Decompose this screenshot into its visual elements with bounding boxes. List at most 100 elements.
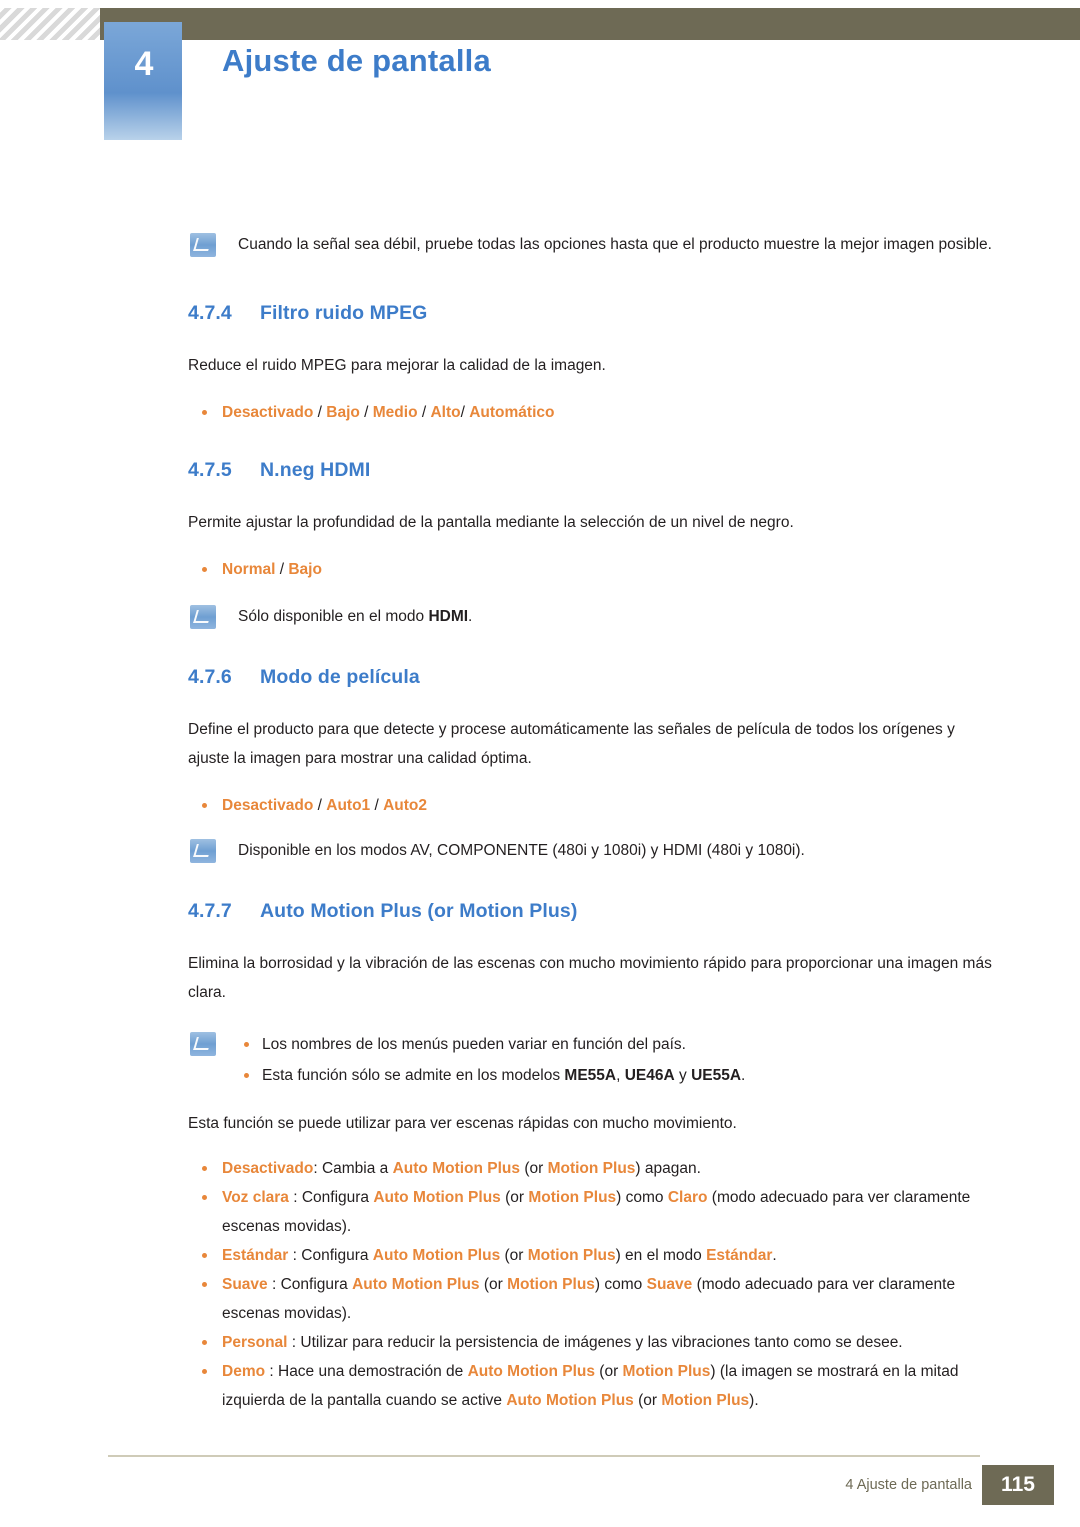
separator: , bbox=[616, 1067, 625, 1084]
model-name: ME55A bbox=[564, 1067, 617, 1084]
page-content: Cuando la señal sea débil, pruebe todas … bbox=[0, 150, 1080, 1415]
section-heading-4-7-7: 4.7.7 Auto Motion Plus (or Motion Plus) bbox=[188, 900, 1080, 923]
option-name: Voz clara bbox=[222, 1189, 289, 1206]
list-item: Voz clara : Configura Auto Motion Plus (… bbox=[188, 1183, 1000, 1241]
option-keyword: Motion Plus bbox=[527, 1247, 616, 1264]
list-item: Demo : Hace una demostración de Auto Mot… bbox=[188, 1357, 1000, 1415]
option-text: (or bbox=[633, 1392, 662, 1409]
option-value: Automático bbox=[469, 404, 555, 421]
options-list-4-7-4: Desactivado / Bajo / Medio / Alto/ Autom… bbox=[188, 398, 1000, 427]
amp-intro-text: Esta función se puede utilizar para ver … bbox=[188, 1115, 737, 1132]
option-value: Auto2 bbox=[383, 797, 428, 814]
note-icon bbox=[190, 1032, 216, 1056]
option-keyword: Motion Plus bbox=[622, 1363, 711, 1380]
page-number: 115 bbox=[982, 1465, 1054, 1505]
option-text: : Utilizar para reducir la persistencia … bbox=[287, 1334, 903, 1351]
option-value: Auto1 bbox=[326, 797, 371, 814]
header-hatch-pattern bbox=[0, 8, 100, 40]
note-text: Cuando la señal sea débil, pruebe todas … bbox=[238, 236, 992, 253]
option-text: : Configura bbox=[267, 1276, 353, 1293]
model-name: UE55A bbox=[691, 1067, 742, 1084]
option-text: (or bbox=[594, 1363, 623, 1380]
section-heading-4-7-6: 4.7.6 Modo de película bbox=[188, 666, 1080, 689]
option-text: ) como bbox=[594, 1276, 647, 1293]
option-name: Personal bbox=[222, 1334, 288, 1351]
option-text: : Cambia a bbox=[313, 1160, 393, 1177]
section-heading-4-7-5: 4.7.5 N.neg HDMI bbox=[188, 459, 1080, 482]
option-name: Demo bbox=[222, 1363, 266, 1380]
option-keyword: Motion Plus bbox=[507, 1276, 595, 1293]
page-footer: 4 Ajuste de pantalla 115 bbox=[0, 1447, 1080, 1527]
note-available-modes: Disponible en los modos AV, COMPONENTE (… bbox=[188, 836, 1000, 866]
option-text: : Hace una demostración de bbox=[265, 1363, 468, 1380]
option-name: Suave bbox=[222, 1276, 268, 1293]
list-item: Desactivado / Auto1 / Auto2 bbox=[188, 791, 1000, 820]
option-text: ) en el modo bbox=[615, 1247, 707, 1264]
note-icon bbox=[190, 839, 216, 863]
note-auto-motion-plus: Los nombres de los menús pueden variar e… bbox=[188, 1029, 1000, 1091]
option-keyword: Motion Plus bbox=[547, 1160, 636, 1177]
option-keyword: Auto Motion Plus bbox=[372, 1247, 501, 1264]
option-keyword: Auto Motion Plus bbox=[352, 1276, 480, 1293]
option-keyword: Suave bbox=[646, 1276, 693, 1293]
option-value: Alto bbox=[430, 404, 461, 421]
note-prefix: Esta función sólo se admite en los model… bbox=[262, 1067, 565, 1084]
footer-label: 4 Ajuste de pantalla bbox=[845, 1477, 972, 1493]
list-item: Esta función sólo se admite en los model… bbox=[238, 1060, 1000, 1091]
section-title: Modo de película bbox=[260, 666, 420, 688]
option-text: : Configura bbox=[288, 1189, 374, 1206]
option-value: Bajo bbox=[288, 561, 322, 578]
conjunction: y bbox=[674, 1067, 692, 1084]
option-value: Medio bbox=[372, 404, 418, 421]
options-list-4-7-6: Desactivado / Auto1 / Auto2 bbox=[188, 791, 1000, 820]
section-body-4-7-7: Elimina la borrosidad y la vibración de … bbox=[188, 955, 992, 1001]
section-number: 4.7.6 bbox=[188, 666, 232, 688]
list-item: Personal : Utilizar para reducir la pers… bbox=[188, 1328, 1000, 1357]
amp-options-list: Desactivado: Cambia a Auto Motion Plus (… bbox=[188, 1154, 1000, 1415]
note-hdmi-only: Sólo disponible en el modo HDMI. bbox=[188, 602, 1000, 632]
chapter-number: 4 bbox=[134, 45, 154, 83]
list-item: Los nombres de los menús pueden variar e… bbox=[238, 1029, 1000, 1060]
option-name: Desactivado bbox=[222, 1160, 314, 1177]
option-keyword: Motion Plus bbox=[528, 1189, 617, 1206]
option-text: : Configura bbox=[288, 1247, 373, 1264]
option-name: Estándar bbox=[222, 1247, 289, 1264]
section-title: Auto Motion Plus (or Motion Plus) bbox=[260, 900, 578, 922]
list-item: Estándar : Configura Auto Motion Plus (o… bbox=[188, 1241, 1000, 1270]
option-text: (or bbox=[500, 1247, 528, 1264]
option-text: (or bbox=[479, 1276, 508, 1293]
option-keyword: Auto Motion Plus bbox=[373, 1189, 501, 1206]
note-keyword: HDMI bbox=[428, 608, 469, 625]
page-header: 4 Ajuste de pantalla bbox=[0, 0, 1080, 150]
option-value: Normal bbox=[222, 561, 276, 578]
option-keyword: Motion Plus bbox=[661, 1392, 750, 1409]
option-keyword: Estándar bbox=[706, 1247, 773, 1264]
option-text: (or bbox=[520, 1160, 548, 1177]
option-keyword: Auto Motion Plus bbox=[467, 1363, 595, 1380]
section-title: N.neg HDMI bbox=[260, 459, 371, 481]
section-number: 4.7.4 bbox=[188, 302, 232, 324]
option-keyword: Auto Motion Plus bbox=[506, 1392, 634, 1409]
model-name: UE46A bbox=[624, 1067, 675, 1084]
list-item: Normal / Bajo bbox=[188, 555, 1000, 584]
note-icon bbox=[190, 233, 216, 257]
option-text: ) como bbox=[616, 1189, 668, 1206]
list-item: Suave : Configura Auto Motion Plus (or M… bbox=[188, 1270, 1000, 1328]
option-keyword: Claro bbox=[667, 1189, 708, 1206]
header-left-spacer bbox=[0, 40, 104, 150]
section-number: 4.7.7 bbox=[188, 900, 232, 922]
option-text: (or bbox=[500, 1189, 529, 1206]
note-text: Disponible en los modos AV, COMPONENTE (… bbox=[238, 842, 805, 859]
section-number: 4.7.5 bbox=[188, 459, 232, 481]
note-prefix: Sólo disponible en el modo bbox=[238, 608, 429, 625]
note-signal-weak: Cuando la señal sea débil, pruebe todas … bbox=[188, 230, 1000, 260]
option-text: ). bbox=[749, 1392, 759, 1409]
option-text: . bbox=[772, 1247, 777, 1264]
list-item: Desactivado / Bajo / Medio / Alto/ Autom… bbox=[188, 398, 1000, 427]
option-text: ) apagan. bbox=[635, 1160, 701, 1177]
option-keyword: Auto Motion Plus bbox=[392, 1160, 521, 1177]
footer-divider bbox=[108, 1455, 980, 1457]
note-suffix: . bbox=[741, 1067, 746, 1084]
page-title: Ajuste de pantalla bbox=[222, 43, 491, 78]
section-body-4-7-4: Reduce el ruido MPEG para mejorar la cal… bbox=[188, 357, 606, 374]
